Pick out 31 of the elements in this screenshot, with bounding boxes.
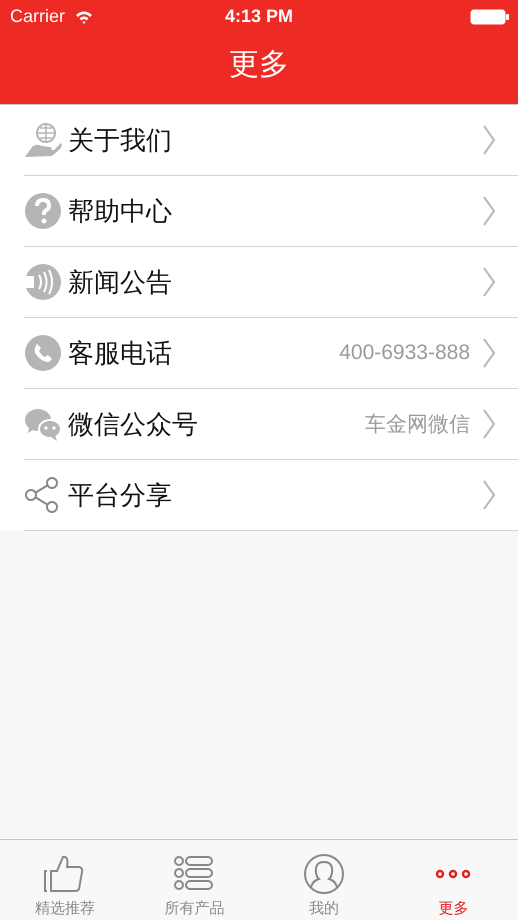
menu-label: 帮助中心 — [68, 194, 172, 228]
menu-label: 微信公众号 — [68, 408, 198, 440]
menu-item[interactable]: 客服电话 400-6933-888 — [24, 318, 518, 389]
chevron-icon — [482, 267, 496, 297]
menu-item[interactable]: 微信公众号 车金网微信 — [24, 389, 518, 460]
menu-item[interactable]: 关于我们 — [24, 105, 518, 176]
wifi-icon — [75, 10, 94, 24]
menu-item[interactable]: 帮助中心 — [24, 176, 518, 247]
user-icon — [302, 853, 346, 895]
chevron-icon — [482, 125, 496, 155]
battery-icon — [470, 8, 510, 24]
menu-item[interactable]: 新闻公告 — [24, 247, 518, 318]
menu-item[interactable]: 平台分享 — [24, 460, 518, 531]
hand-globe-icon — [24, 121, 62, 159]
chevron-icon — [482, 480, 496, 510]
chevron-icon — [482, 409, 496, 439]
page-title: 更多 — [229, 47, 289, 83]
speaker-icon — [24, 263, 62, 301]
phone-icon — [24, 334, 62, 372]
chevron-icon — [482, 196, 496, 226]
menu-label: 关于我们 — [68, 124, 172, 156]
menu-label: 新闻公告 — [68, 266, 172, 298]
tab-item[interactable]: 更多 — [388, 840, 518, 920]
time-label: 4:13 PM — [224, 6, 294, 27]
chevron-icon — [482, 338, 496, 368]
menu-label: 平台分享 — [68, 478, 172, 512]
menu-detail: 车金网微信 — [365, 412, 470, 438]
menu-label: 客服电话 — [68, 336, 172, 370]
help-icon — [24, 192, 62, 230]
menu-detail: 400-6933-888 — [339, 341, 470, 365]
carrier-label: Carrier — [10, 6, 66, 27]
